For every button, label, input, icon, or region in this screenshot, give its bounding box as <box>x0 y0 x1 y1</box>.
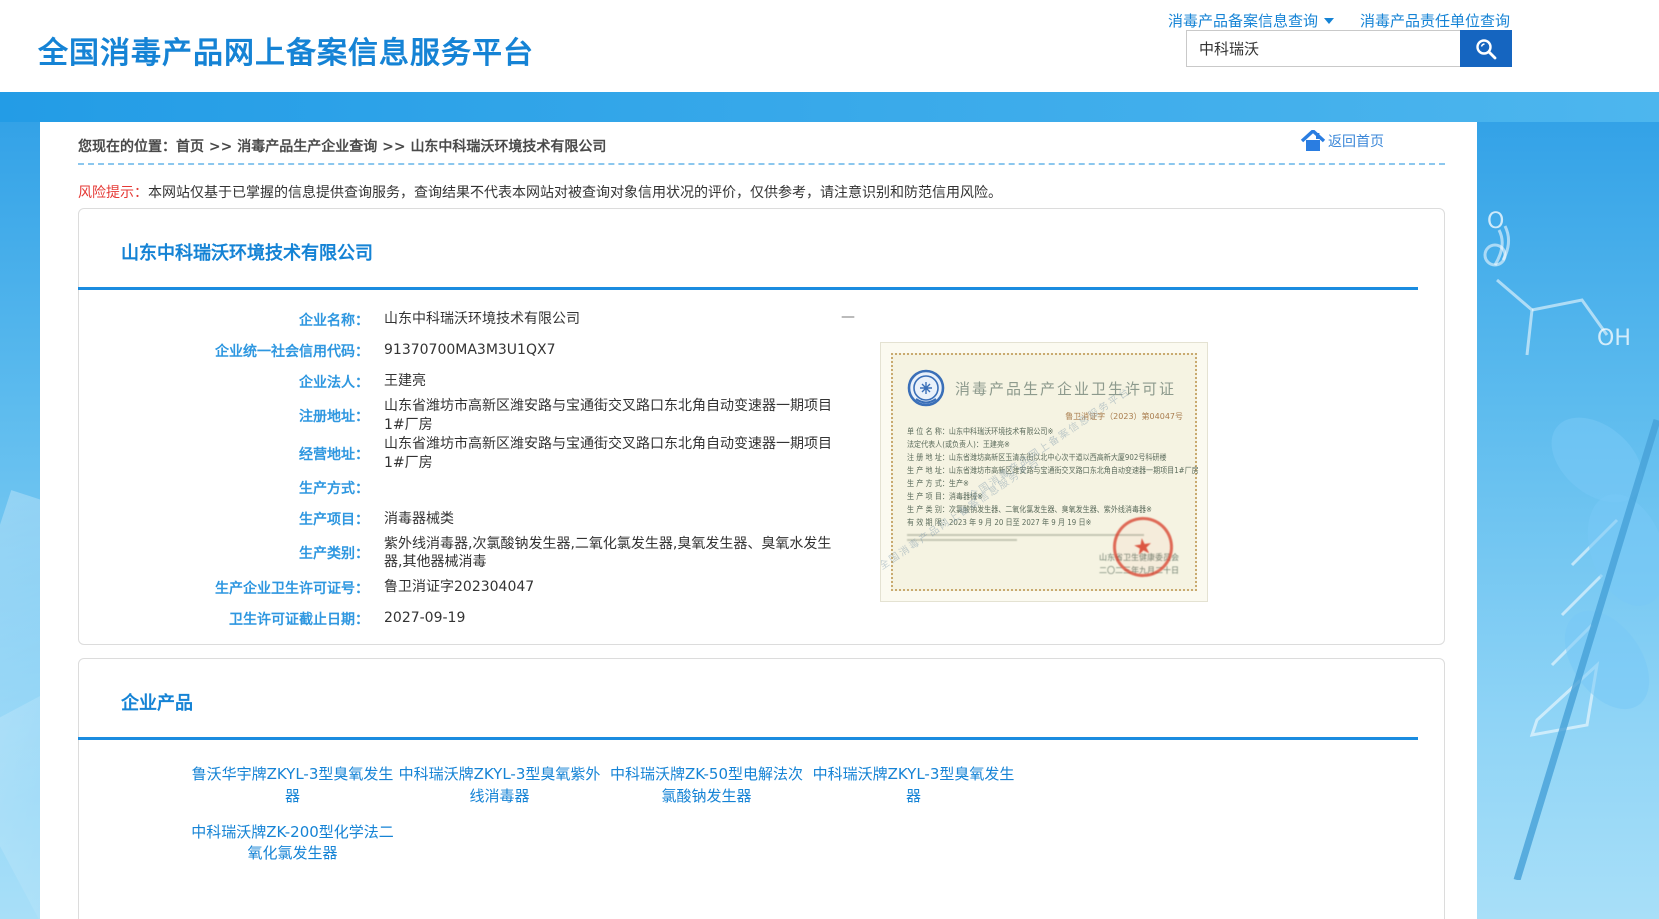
field-value: 鲁卫消证字202304047 <box>384 578 534 597</box>
return-home-label: 返回首页 <box>1328 131 1384 151</box>
field-label: 注册地址： <box>79 406 369 426</box>
home-icon <box>1300 130 1326 152</box>
search-icon <box>1474 37 1498 61</box>
field-value: 2027-09-19 <box>384 609 465 628</box>
field-row: 生产方式： <box>79 473 939 504</box>
top-nav: 消毒产品备案信息查询 消毒产品责任单位查询 <box>1168 10 1510 31</box>
certificate-line: 生 产 地 址：山东省潍坊市高新区潍安路与宝通街交叉路口东北角自动变速器一期项目… <box>907 465 1197 478</box>
field-label: 企业名称： <box>79 310 369 330</box>
svg-text:O: O <box>1487 209 1504 234</box>
certificate-line: 生 产 方 式：生产※ <box>907 478 1197 491</box>
risk-warning: 风险提示：本网站仅基于已掌握的信息提供查询服务，查询结果不代表本网站对被查询对象… <box>78 182 1002 202</box>
risk-warning-label: 风险提示： <box>78 185 148 201</box>
field-row: 经营地址： 山东省潍坊市高新区潍安路与宝通街交叉路口东北角自动变速器一期项目1#厂… <box>79 435 939 473</box>
products-card-title: 企业产品 <box>121 689 193 715</box>
breadcrumb-enterprise-query[interactable]: 消毒产品生产企业查询 <box>237 139 377 155</box>
field-value: 山东省潍坊市高新区潍安路与宝通街交叉路口东北角自动变速器一期项目1#厂房 <box>384 435 849 473</box>
field-label: 经营地址： <box>79 444 369 464</box>
company-card-title: 山东中科瑞沃环境技术有限公司 <box>121 239 373 265</box>
nav-filing-query-link[interactable]: 消毒产品备案信息查询 <box>1168 10 1334 31</box>
return-home-button[interactable]: 返回首页 <box>1300 130 1384 152</box>
company-fields: 企业名称： 山东中科瑞沃环境技术有限公司企业统一社会信用代码： 91370700MA… <box>79 304 939 634</box>
field-value: 消毒器械类 <box>384 510 454 529</box>
field-label: 企业法人： <box>79 372 369 392</box>
field-label: 生产方式： <box>79 478 369 498</box>
field-label: 企业统一社会信用代码： <box>79 341 369 361</box>
nav-responsible-unit-link[interactable]: 消毒产品责任单位查询 <box>1360 10 1510 31</box>
header-blue-band <box>0 92 1659 122</box>
nav-filing-query-label: 消毒产品备案信息查询 <box>1168 10 1318 31</box>
search-input[interactable] <box>1186 30 1460 67</box>
search-button[interactable] <box>1460 30 1512 67</box>
field-value: 王建亮 <box>384 372 426 391</box>
products-card: 企业产品 鲁沃华宇牌ZKYL-3型臭氧发生器中科瑞沃牌ZKYL-3型臭氧紫外线消… <box>78 658 1445 919</box>
breadcrumb-prefix: 您现在的位置： <box>78 139 176 155</box>
search-bar <box>1186 30 1512 67</box>
field-value: 紫外线消毒器,次氯酸钠发生器,二氧化氯发生器,臭氧发生器、臭氧水发生器,其他器械… <box>384 535 849 573</box>
breadcrumb-home[interactable]: 首页 <box>176 139 204 155</box>
certificate-number: 鲁卫消证字（2023）第04047号 <box>907 411 1183 422</box>
certificate-line: 生 产 项 目：消毒器械※ <box>907 491 1197 504</box>
certificate-line: 注 册 地 址：山东省潍坊高新区玉清东街以北中心次干道以西高新大厦902号科研楼 <box>907 452 1197 465</box>
field-row: 卫生许可证截止日期： 2027-09-19 <box>79 603 939 634</box>
breadcrumb: 您现在的位置：首页 >> 消毒产品生产企业查询 >> 山东中科瑞沃环境技术有限公… <box>78 136 606 156</box>
product-link[interactable]: 中科瑞沃牌ZKYL-3型臭氧发生器 <box>810 764 1017 808</box>
svg-text:OH: OH <box>1597 326 1631 351</box>
molecule-decor-icon: OH O <box>1477 160 1659 880</box>
field-label: 卫生许可证截止日期： <box>79 609 369 629</box>
breadcrumb-separator: >> <box>209 139 232 155</box>
certificate-inner: 消毒产品生产企业卫生许可证 鲁卫消证字（2023）第04047号 单 位 名 称… <box>891 353 1197 591</box>
certificate-emblem-icon <box>907 369 945 407</box>
field-value: 山东省潍坊市高新区潍安路与宝通街交叉路口东北角自动变速器一期项目1#厂房 <box>384 397 849 435</box>
license-certificate-image: 消毒产品生产企业卫生许可证 鲁卫消证字（2023）第04047号 单 位 名 称… <box>881 343 1207 601</box>
dashed-divider <box>78 163 1445 165</box>
field-label: 生产类别： <box>79 543 369 563</box>
field-value: 山东中科瑞沃环境技术有限公司 <box>384 310 580 329</box>
card-divider <box>78 287 1418 290</box>
nav-responsible-unit-label: 消毒产品责任单位查询 <box>1360 10 1510 31</box>
field-row: 企业统一社会信用代码： 91370700MA3M3U1QX7 <box>79 335 939 366</box>
page-title: 全国消毒产品网上备案信息服务平台 <box>38 28 534 72</box>
field-label: 生产企业卫生许可证号： <box>79 578 369 598</box>
card-divider-2 <box>78 737 1418 740</box>
product-link[interactable]: 中科瑞沃牌ZK-50型电解法次氯酸钠发生器 <box>603 764 810 808</box>
risk-warning-text: 本网站仅基于已掌握的信息提供查询服务，查询结果不代表本网站对被查询对象信用状况的… <box>148 185 1002 201</box>
product-link[interactable]: 中科瑞沃牌ZK-200型化学法二氧化氯发生器 <box>189 822 396 866</box>
field-row: 生产项目： 消毒器械类 <box>79 504 939 535</box>
certificate-fine-print <box>907 534 1144 536</box>
chevron-down-icon <box>1324 18 1334 24</box>
breadcrumb-current: 山东中科瑞沃环境技术有限公司 <box>410 139 606 155</box>
field-value: 91370700MA3M3U1QX7 <box>384 341 555 360</box>
dash-mark: — <box>841 309 855 325</box>
product-links: 鲁沃华宇牌ZKYL-3型臭氧发生器中科瑞沃牌ZKYL-3型臭氧紫外线消毒器中科瑞… <box>189 764 1069 865</box>
page: OH O 全国消毒产品网上备案信息服务平台 消毒产品备案信息查询 消毒产品责任单… <box>0 0 1659 919</box>
field-label: 生产项目： <box>79 509 369 529</box>
seal-star: ★ <box>1131 533 1154 561</box>
certificate-title: 消毒产品生产企业卫生许可证 <box>955 378 1176 399</box>
field-row: 企业名称： 山东中科瑞沃环境技术有限公司 <box>79 304 939 335</box>
breadcrumb-separator-2: >> <box>382 139 405 155</box>
field-row: 生产类别： 紫外线消毒器,次氯酸钠发生器,二氧化氯发生器,臭氧发生器、臭氧水发生器… <box>79 535 939 573</box>
field-row: 企业法人： 王建亮 <box>79 366 939 397</box>
field-row: 生产企业卫生许可证号： 鲁卫消证字202304047 <box>79 572 939 603</box>
company-info-card: 山东中科瑞沃环境技术有限公司 企业名称：山东中科瑞沃环境技术有限公司企业统一社会… <box>78 208 1445 645</box>
product-link[interactable]: 鲁沃华宇牌ZKYL-3型臭氧发生器 <box>189 764 396 808</box>
field-row: 注册地址： 山东省潍坊市高新区潍安路与宝通街交叉路口东北角自动变速器一期项目1#厂… <box>79 397 939 435</box>
product-link[interactable]: 中科瑞沃牌ZKYL-3型臭氧紫外线消毒器 <box>396 764 603 808</box>
